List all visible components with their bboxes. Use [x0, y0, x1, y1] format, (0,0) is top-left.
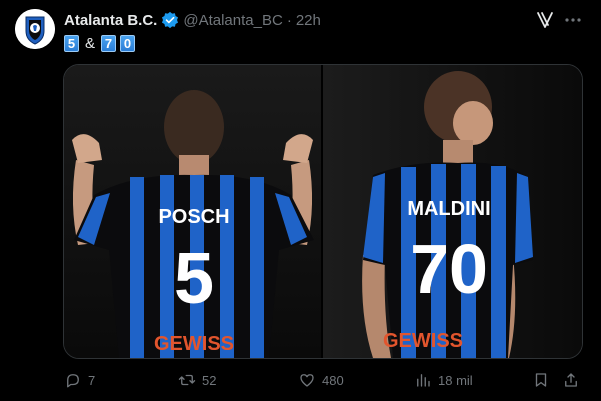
shirt-name-posch: POSCH — [158, 206, 229, 228]
keycap-digit: 5 — [64, 34, 79, 52]
share-icon — [565, 373, 577, 387]
post-text: 5 & 7 0 — [64, 33, 136, 53]
repost-button[interactable]: 52 — [178, 366, 216, 394]
repost-icon — [178, 374, 196, 386]
shirt-number-70: 70 — [410, 230, 488, 308]
shirt-number-5: 5 — [174, 239, 214, 319]
grok-icon[interactable] — [535, 10, 555, 30]
action-bar: 7 52 480 18 mil — [0, 366, 601, 394]
share-button[interactable] — [562, 366, 580, 394]
like-count: 480 — [322, 372, 344, 388]
photo-posch[interactable]: POSCH 5 GEWISS — [64, 65, 321, 358]
verified-badge-icon[interactable] — [161, 11, 179, 29]
ampersand: & — [85, 34, 96, 52]
reply-icon — [67, 374, 79, 388]
like-icon — [300, 374, 314, 387]
views-count: 18 mil — [438, 372, 473, 388]
sponsor-text: GEWISS — [154, 333, 234, 355]
separator-dot: · — [286, 11, 292, 29]
views-icon — [417, 374, 430, 387]
handle[interactable]: @Atalanta_BC — [183, 12, 282, 29]
sponsor-text: GEWISS — [383, 330, 463, 352]
bookmark-button[interactable] — [532, 366, 550, 394]
media-grid[interactable]: POSCH 5 GEWISS MALDINI 70 GEWISS — [63, 64, 583, 359]
bookmark-icon — [535, 373, 547, 387]
more-icon[interactable] — [563, 10, 583, 30]
repost-count: 52 — [202, 372, 217, 388]
avatar[interactable] — [15, 9, 55, 49]
display-name[interactable]: Atalanta B.C. — [64, 12, 157, 29]
reply-button[interactable]: 7 — [64, 366, 95, 394]
keycap-digit: 0 — [120, 34, 136, 52]
photo-maldini[interactable]: MALDINI 70 GEWISS — [323, 65, 582, 358]
timestamp[interactable]: 22h — [296, 12, 321, 29]
keycap-digit: 7 — [101, 34, 117, 52]
shirt-name-maldini: MALDINI — [407, 198, 490, 220]
reply-count: 7 — [88, 372, 96, 388]
atalanta-crest-logo — [15, 9, 55, 49]
like-button[interactable]: 480 — [298, 366, 344, 394]
views-button[interactable]: 18 mil — [414, 366, 473, 394]
post-header: Atalanta B.C. @Atalanta_BC · 22h — [64, 10, 321, 30]
